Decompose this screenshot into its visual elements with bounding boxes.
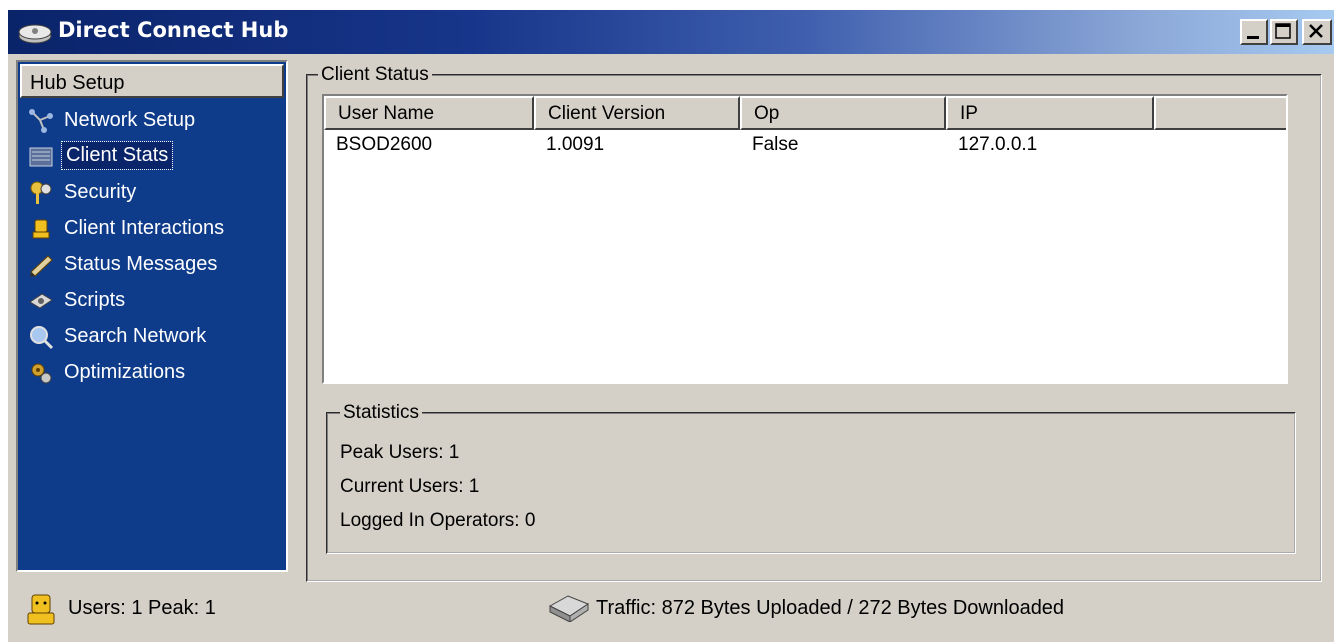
- sidebar-item-network-setup[interactable]: Network Setup: [24, 104, 284, 138]
- traffic-icon: [548, 595, 590, 622]
- close-button[interactable]: [1302, 19, 1332, 45]
- sidebar-item-status-messages[interactable]: Status Messages: [24, 248, 284, 282]
- sidebar-item-label: Search Network: [64, 325, 207, 347]
- sidebar-item-security[interactable]: Security: [24, 176, 284, 210]
- column-client-version[interactable]: Client Version: [534, 96, 740, 130]
- title-bar[interactable]: Direct Connect Hub: [8, 10, 1334, 54]
- users-icon: [27, 594, 55, 625]
- sidebar-item-client-interactions[interactable]: Client Interactions: [24, 212, 284, 246]
- messages-icon: [30, 255, 53, 277]
- sidebar-item-optimizations[interactable]: Optimizations: [24, 356, 284, 390]
- current-users-text: Current Users: 1: [340, 476, 480, 497]
- cell-ip: 127.0.0.1: [958, 134, 1038, 155]
- optimizations-icon: [31, 363, 52, 384]
- network-icon: [29, 109, 53, 133]
- traffic-status-text: Traffic: 872 Bytes Uploaded / 272 Bytes …: [596, 597, 1065, 619]
- client-stats-icon: [29, 147, 53, 167]
- maximize-icon: [1275, 23, 1291, 39]
- sidebar-item-label: Optimizations: [64, 361, 186, 383]
- sidebar-item-label: Client Stats: [60, 141, 174, 170]
- scripts-icon: [29, 293, 53, 309]
- sidebar-header[interactable]: Hub Setup: [20, 64, 284, 98]
- client-list[interactable]: User Name Client Version Op IP BSOD2600 …: [322, 94, 1288, 384]
- sidebar-item-search-network[interactable]: Search Network: [24, 320, 284, 354]
- sidebar-item-label: Scripts: [64, 289, 126, 311]
- person-icon: [32, 219, 50, 239]
- cell-user-name: BSOD2600: [336, 134, 433, 155]
- column-ip[interactable]: IP: [946, 96, 1154, 130]
- logged-in-operators-text: Logged In Operators: 0: [340, 510, 536, 531]
- peak-users-text: Peak Users: 1: [340, 442, 460, 463]
- search-icon: [30, 326, 54, 350]
- statistics-title: Statistics: [340, 402, 423, 424]
- minimize-button[interactable]: [1240, 19, 1268, 45]
- sidebar: Hub Setup Network Setup Client Stats Sec…: [16, 60, 288, 572]
- keys-icon: [30, 181, 52, 204]
- users-status-text: Users: 1 Peak: 1: [68, 597, 216, 619]
- column-op[interactable]: Op: [740, 96, 946, 130]
- window-title: Direct Connect Hub: [58, 18, 289, 42]
- cell-op: False: [752, 134, 799, 155]
- sidebar-item-client-stats[interactable]: Client Stats: [24, 140, 284, 174]
- column-user-name[interactable]: User Name: [324, 96, 534, 130]
- sidebar-item-label: Client Interactions: [64, 217, 225, 239]
- sidebar-item-label: Network Setup: [64, 109, 196, 131]
- maximize-button[interactable]: [1270, 19, 1298, 45]
- client-list-header: User Name Client Version Op IP: [324, 96, 1286, 130]
- client-status-title: Client Status: [318, 64, 432, 86]
- sidebar-item-label: Security: [64, 181, 137, 203]
- status-bar: Users: 1 Peak: 1 Traffic: 872 Bytes Uplo…: [16, 584, 1316, 632]
- sidebar-item-scripts[interactable]: Scripts: [24, 284, 284, 318]
- sidebar-item-label: Status Messages: [64, 253, 218, 275]
- column-extra[interactable]: [1154, 96, 1286, 130]
- hub-icon: [18, 24, 52, 44]
- minimize-icon: [1247, 36, 1259, 39]
- cell-client-version: 1.0091: [546, 134, 605, 155]
- close-icon: [1309, 24, 1323, 38]
